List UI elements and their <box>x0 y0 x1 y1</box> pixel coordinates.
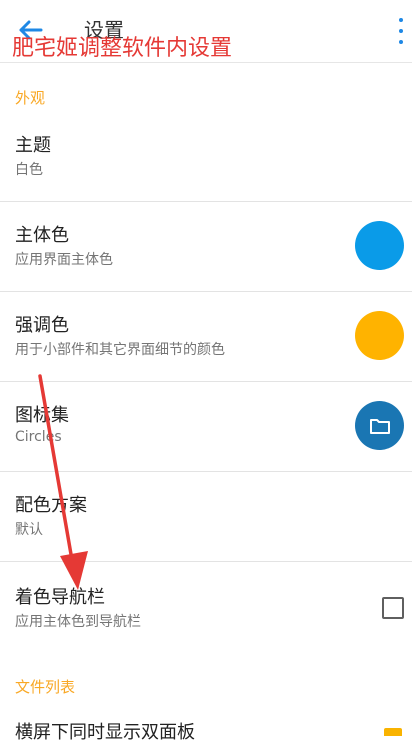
setting-value: 白色 <box>15 162 43 178</box>
dual-pane-toggle[interactable] <box>384 728 402 736</box>
section-header-appearance: 外观 <box>15 89 46 107</box>
setting-description: 用于小部件和其它界面细节的颜色 <box>15 342 225 358</box>
setting-tint-navbar[interactable]: 着色导航栏 应用主体色到导航栏 <box>0 561 412 651</box>
setting-label: 图标集 <box>15 405 69 426</box>
setting-value: 默认 <box>15 522 43 538</box>
setting-icon-set[interactable]: 图标集 Circles <box>0 381 412 472</box>
setting-label: 着色导航栏 <box>15 587 105 608</box>
setting-label: 配色方案 <box>15 495 87 516</box>
folder-icon <box>369 418 390 434</box>
setting-value: Circles <box>15 429 62 445</box>
setting-description: 应用界面主体色 <box>15 252 113 268</box>
setting-theme[interactable]: 主题 白色 <box>0 111 412 202</box>
setting-accent-color[interactable]: 强调色 用于小部件和其它界面细节的颜色 <box>0 291 412 382</box>
setting-label: 主题 <box>15 135 51 156</box>
icon-set-preview[interactable] <box>355 401 404 450</box>
setting-primary-color[interactable]: 主体色 应用界面主体色 <box>0 201 412 292</box>
setting-label: 主体色 <box>15 225 69 246</box>
tint-navbar-checkbox[interactable] <box>382 597 404 619</box>
annotation-text: 肥宅姬调整软件内设置 <box>12 36 233 61</box>
setting-color-scheme[interactable]: 配色方案 默认 <box>0 471 412 562</box>
setting-dual-pane-label[interactable]: 横屏下同时显示双面板 <box>15 718 195 744</box>
accent-color-swatch[interactable] <box>355 311 404 360</box>
setting-description: 应用主体色到导航栏 <box>15 614 141 630</box>
more-vert-icon[interactable] <box>396 18 406 44</box>
setting-label: 强调色 <box>15 315 69 336</box>
section-header-file-list: 文件列表 <box>15 678 76 696</box>
primary-color-swatch[interactable] <box>355 221 404 270</box>
